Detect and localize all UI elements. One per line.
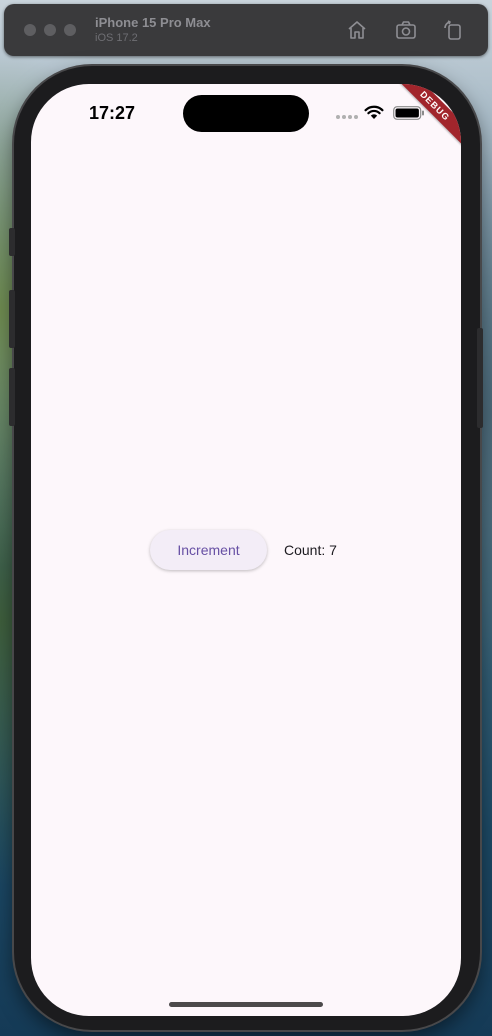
phone-screen: 17:27 DEBUG Increment Count: 7 (31, 84, 461, 1016)
count-display: Count: 7 (284, 542, 342, 558)
count-value: 7 (329, 542, 337, 558)
wifi-icon (364, 104, 384, 120)
signal-dots-icon (336, 115, 358, 119)
simulator-toolbar: iPhone 15 Pro Max iOS 17.2 (4, 4, 488, 56)
zoom-window-button[interactable] (64, 24, 76, 36)
screenshot-icon[interactable] (395, 19, 417, 41)
os-version: iOS 17.2 (95, 32, 138, 44)
dynamic-island (183, 95, 309, 132)
counter-row: Increment Count: 7 (31, 530, 461, 570)
home-icon[interactable] (346, 19, 368, 41)
increment-button[interactable]: Increment (150, 530, 267, 570)
minimize-window-button[interactable] (44, 24, 56, 36)
rotate-icon[interactable] (442, 19, 464, 41)
window-controls (24, 24, 76, 36)
power-button (477, 328, 483, 428)
count-label: Count: (284, 542, 326, 558)
status-time: 17:27 (89, 103, 136, 123)
close-window-button[interactable] (24, 24, 36, 36)
action-button (9, 228, 15, 256)
home-indicator[interactable] (169, 1002, 323, 1007)
volume-up-button (9, 290, 15, 348)
device-name: iPhone 15 Pro Max (95, 15, 211, 30)
battery-icon (393, 106, 425, 120)
volume-down-button (9, 368, 15, 426)
